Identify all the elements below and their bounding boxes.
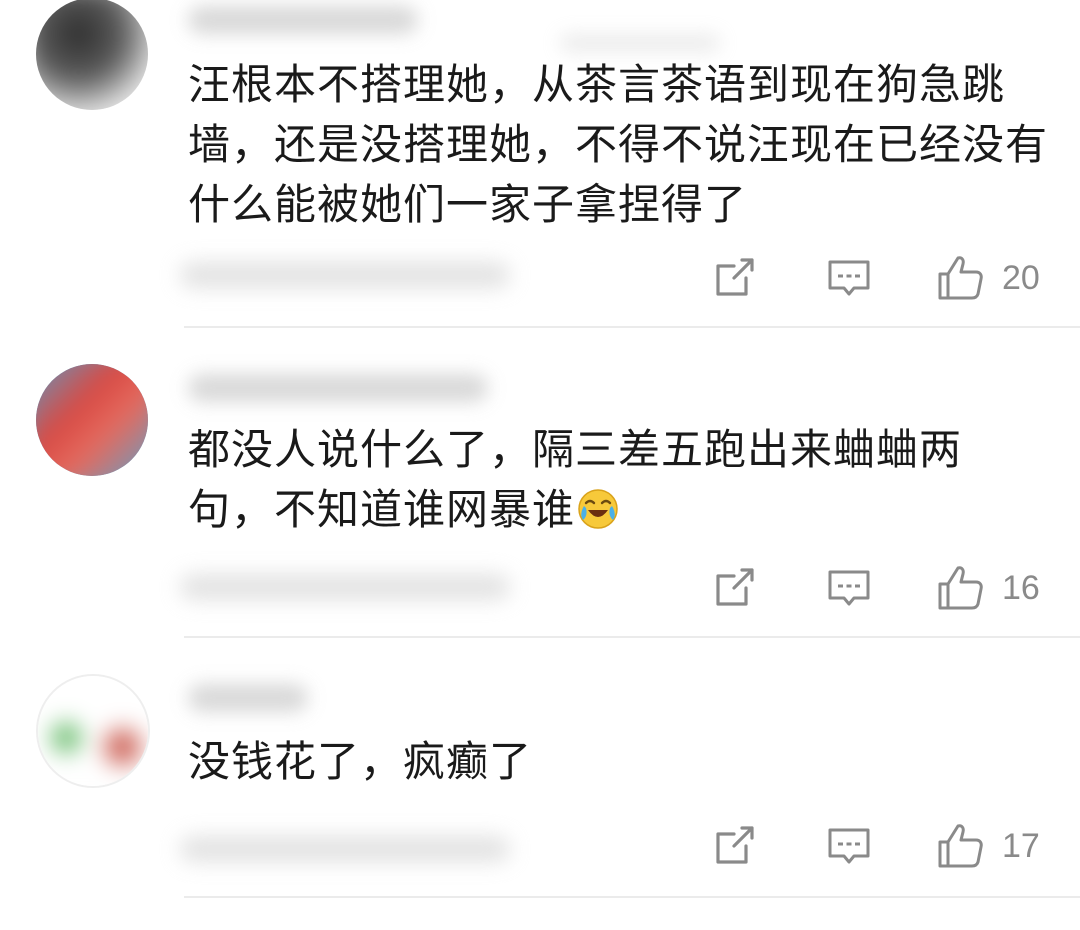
avatar[interactable] xyxy=(36,0,148,110)
share-icon xyxy=(716,568,754,606)
share-button[interactable] xyxy=(712,248,756,308)
like-count: 20 xyxy=(1002,258,1040,297)
comment-meta xyxy=(180,574,510,600)
reply-button[interactable] xyxy=(826,248,872,308)
comment-text: 汪根本不搭理她，从茶言茶语到现在狗急跳墙，还是没搭理她，不得不说汪现在已经没有什… xyxy=(188,60,1049,229)
divider xyxy=(184,326,1080,328)
avatar[interactable] xyxy=(36,674,150,788)
comment-item: 都没人说什么了，隔三差五跑出来蛐蛐两句，不知道谁网暴谁 16 xyxy=(0,330,1080,640)
comment-text-body: 都没人说什么了，隔三差五跑出来蛐蛐两句，不知道谁网暴谁 xyxy=(188,425,963,534)
username[interactable] xyxy=(188,684,308,712)
comment-text: 没钱花了，疯癫了 xyxy=(188,737,533,786)
divider xyxy=(184,636,1080,638)
comment-item: 没钱花了，疯癫了 17 xyxy=(0,640,1080,930)
share-button[interactable] xyxy=(712,816,756,876)
username[interactable] xyxy=(188,6,418,34)
comment-icon xyxy=(828,260,870,296)
reply-button[interactable] xyxy=(826,558,872,618)
share-icon xyxy=(716,258,754,296)
comment-icon xyxy=(828,828,870,864)
share-icon xyxy=(716,826,754,864)
comment-meta xyxy=(180,262,510,288)
username[interactable] xyxy=(188,374,488,402)
comment-icon xyxy=(828,570,870,606)
comment-text: 都没人说什么了，隔三差五跑出来蛐蛐两句，不知道谁网暴谁 xyxy=(188,420,1018,540)
thumbs-up-icon xyxy=(938,824,983,868)
like-count: 17 xyxy=(1002,826,1040,865)
action-bar: 20 xyxy=(700,248,1060,308)
share-button[interactable] xyxy=(712,558,756,618)
laughing-crying-emoji-icon xyxy=(578,489,618,529)
username-extra xyxy=(560,34,720,52)
comment-meta xyxy=(180,836,510,862)
like-button[interactable]: 17 xyxy=(936,816,1040,876)
avatar[interactable] xyxy=(36,364,148,476)
like-button[interactable]: 16 xyxy=(936,558,1040,618)
thumbs-up-icon xyxy=(938,566,983,610)
action-bar: 17 xyxy=(700,816,1060,876)
comment-item: 汪根本不搭理她，从茶言茶语到现在狗急跳墙，还是没搭理她，不得不说汪现在已经没有什… xyxy=(0,0,1080,330)
like-count: 16 xyxy=(1002,568,1040,607)
divider xyxy=(184,896,1080,898)
action-bar: 16 xyxy=(700,558,1060,618)
reply-button[interactable] xyxy=(826,816,872,876)
thumbs-up-icon xyxy=(938,256,983,300)
like-button[interactable]: 20 xyxy=(936,248,1040,308)
